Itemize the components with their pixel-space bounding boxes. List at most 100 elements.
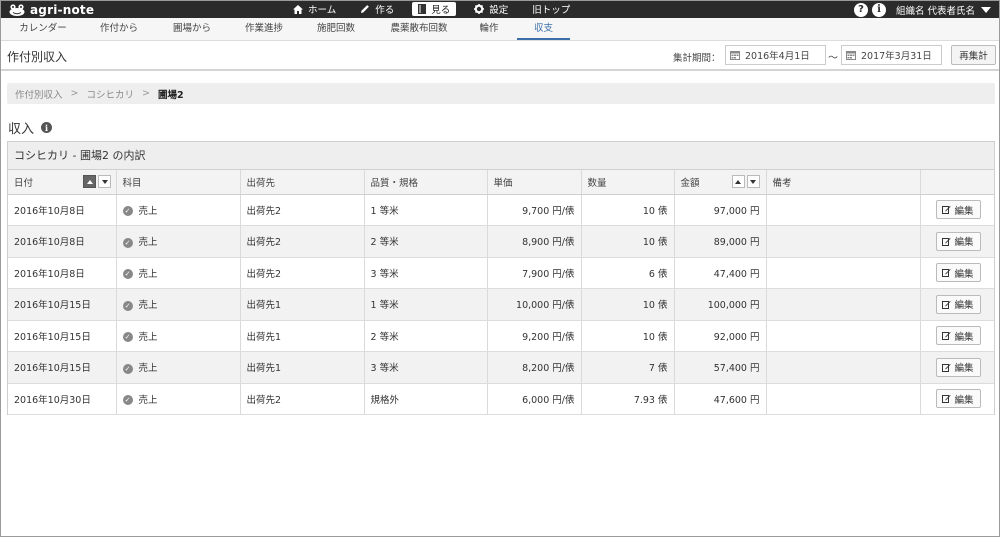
cell-actions: 編集 <box>920 225 994 258</box>
tab-by-crop[interactable]: 作付から <box>87 18 151 40</box>
cell-amount: 47,400 円 <box>674 257 767 289</box>
cell-destination: 出荷先1 <box>240 351 365 384</box>
cell-grade: 1 等米 <box>364 194 488 226</box>
page-header: 作付別収入 集計期間： 2016年4月1日 〜 2017年3月31日 再集計 <box>1 41 999 71</box>
tab-rotation[interactable]: 輪作 <box>467 18 511 40</box>
cell-amount: 100,000 円 <box>674 288 767 321</box>
nav-home-label: ホーム <box>308 5 337 16</box>
calendar-icon <box>846 51 856 60</box>
date-sort-controls <box>81 175 111 188</box>
home-icon <box>293 4 303 14</box>
breadcrumb-separator: > <box>70 88 79 99</box>
column-header-amount-label: 金額 <box>680 177 700 189</box>
cell-amount: 57,400 円 <box>674 351 767 384</box>
user-menu-name[interactable]: 組織名 代表者氏名 <box>896 3 975 17</box>
frog-logo-icon <box>9 3 25 16</box>
nav-old-top[interactable]: 旧トップ <box>526 2 576 16</box>
info-icon[interactable]: i <box>871 2 886 17</box>
nav-settings[interactable]: 設定 <box>468 2 514 16</box>
nav-create[interactable]: 作る <box>354 2 400 16</box>
nav-view[interactable]: 見る <box>412 2 457 16</box>
cell-grade: 1 等米 <box>364 288 488 321</box>
sort-asc-icon[interactable] <box>731 175 745 188</box>
edit-button[interactable]: 編集 <box>935 326 981 346</box>
cell-amount: 97,000 円 <box>674 194 767 226</box>
cell-date: 2016年10月15日 <box>8 288 117 321</box>
table-row: 2016年10月15日 ✓ 売上 出荷先1 2 等米 9,200 円/俵 10 俵 92,00… <box>8 320 994 352</box>
sort-asc-icon[interactable] <box>83 175 96 188</box>
cell-subject: ✓ 売上 <box>116 320 241 352</box>
check-circle-icon: ✓ <box>122 237 133 248</box>
tab-pesticide-count[interactable]: 農薬散布回数 <box>379 18 459 40</box>
table-header-row: 日付 科目 出荷先 品質・規格 単価 数量 金額 備考 <box>8 170 994 195</box>
edit-button[interactable]: 編集 <box>935 294 981 314</box>
tab-work-progress[interactable]: 作業進捗 <box>232 18 296 40</box>
nav-view-label: 見る <box>431 5 451 16</box>
cell-actions: 編集 <box>920 351 994 384</box>
cell-subject: ✓ 売上 <box>116 194 241 226</box>
edit-icon <box>942 237 952 246</box>
info-icon[interactable]: i <box>41 122 53 133</box>
tab-fertilizer-count[interactable]: 施肥回数 <box>304 18 368 40</box>
tab-balance[interactable]: 収支 <box>517 18 570 40</box>
recalculate-button[interactable]: 再集計 <box>951 45 996 65</box>
cell-date: 2016年10月8日 <box>8 257 117 289</box>
edit-button[interactable]: 編集 <box>935 389 981 409</box>
cell-unit-price: 10,000 円/俵 <box>487 288 582 321</box>
cell-date: 2016年10月15日 <box>8 351 117 384</box>
edit-button-label: 編集 <box>954 268 974 280</box>
cell-date: 2016年10月8日 <box>8 225 117 258</box>
nav-home[interactable]: ホーム <box>287 2 342 16</box>
chevron-down-icon[interactable] <box>981 6 991 13</box>
breadcrumb-item-crop[interactable]: コシヒカリ <box>86 87 134 101</box>
period-label: 集計期間： <box>673 53 721 64</box>
tab-calendar[interactable]: カレンダー <box>11 18 75 40</box>
edit-button[interactable]: 編集 <box>935 263 981 283</box>
cell-subject-text: 売上 <box>138 394 158 406</box>
date-from-field[interactable]: 2016年4月1日 <box>725 45 826 65</box>
table-row: 2016年10月8日 ✓ 売上 出荷先2 3 等米 7,900 円/俵 6 俵 47,400 … <box>8 257 994 289</box>
sort-desc-icon[interactable] <box>98 175 111 188</box>
cell-unit-price: 9,700 円/俵 <box>487 194 582 226</box>
cell-actions: 編集 <box>920 257 994 289</box>
edit-button[interactable]: 編集 <box>935 200 981 220</box>
top-bar: agri-note ホーム 作る 見る 設定 旧トップ ? i 組織名 代表者氏… <box>1 1 999 18</box>
breadcrumb-separator: > <box>142 88 150 99</box>
app-logo[interactable]: agri-note <box>9 2 94 17</box>
column-header-actions <box>920 170 994 195</box>
breadcrumb-item-crop-income[interactable]: 作付別収入 <box>15 87 63 101</box>
column-header-destination: 出荷先 <box>240 170 365 195</box>
table-row: 2016年10月30日 ✓ 売上 出荷先2 規格外 6,000 円/俵 7.93 俵 47,6… <box>8 383 994 415</box>
check-circle-icon: ✓ <box>122 269 133 280</box>
cell-quantity: 6 俵 <box>581 257 675 289</box>
cell-actions: 編集 <box>920 288 994 321</box>
cell-note <box>766 383 921 415</box>
cell-grade: 2 等米 <box>364 320 488 352</box>
cell-note <box>766 257 921 289</box>
edit-button[interactable]: 編集 <box>935 231 981 251</box>
cell-destination: 出荷先2 <box>240 257 365 289</box>
sort-desc-icon[interactable] <box>746 175 760 188</box>
date-range-separator: 〜 <box>828 53 838 64</box>
table-row: 2016年10月8日 ✓ 売上 出荷先2 1 等米 9,700 円/俵 10 俵 97,000… <box>8 194 994 226</box>
main-nav: ホーム 作る 見る 設定 旧トップ <box>287 2 588 17</box>
cell-unit-price: 6,000 円/俵 <box>487 383 582 415</box>
edit-icon <box>942 363 952 372</box>
tab-by-field[interactable]: 圃場から <box>160 18 224 40</box>
column-header-note: 備考 <box>766 170 921 195</box>
edit-button-label: 編集 <box>954 300 974 312</box>
cell-note <box>766 225 921 258</box>
column-header-amount[interactable]: 金額 <box>674 170 767 195</box>
check-circle-icon: ✓ <box>122 332 133 343</box>
cell-unit-price: 8,200 円/俵 <box>487 351 582 384</box>
date-to-field[interactable]: 2017年3月31日 <box>841 45 942 65</box>
column-header-date[interactable]: 日付 <box>8 170 117 195</box>
cell-quantity: 10 俵 <box>581 288 675 321</box>
nav-settings-label: 設定 <box>489 5 509 16</box>
cell-destination: 出荷先2 <box>240 225 365 258</box>
panel-title: コシヒカリ - 圃場2 の内訳 <box>8 142 994 170</box>
help-icon[interactable]: ? <box>853 2 868 17</box>
edit-button[interactable]: 編集 <box>935 357 981 377</box>
edit-button-label: 編集 <box>954 237 974 249</box>
table-row: 2016年10月15日 ✓ 売上 出荷先1 3 等米 8,200 円/俵 7 俵 57,400… <box>8 351 994 384</box>
